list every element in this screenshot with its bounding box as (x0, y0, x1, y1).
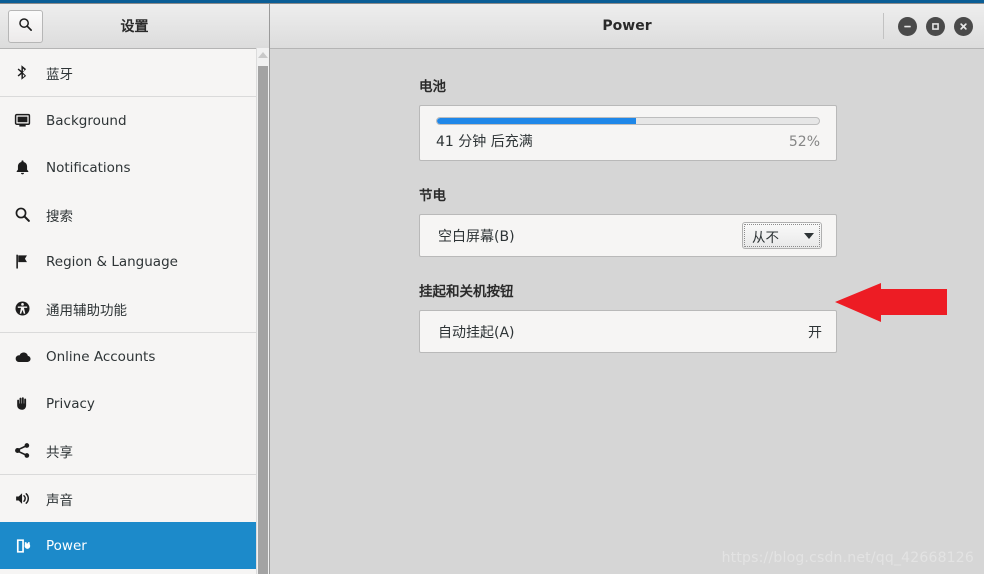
battery-card: 41 分钟 后充满 52% (419, 105, 837, 161)
sidebar-item-label: Privacy (46, 395, 95, 412)
sidebar-nav-list: 蓝牙 Background Notifications 搜索 Region & … (0, 49, 269, 574)
automatic-suspend-value: 开 (808, 324, 822, 341)
sidebar-item-label: 搜索 (46, 208, 73, 225)
sidebar-item-label: 声音 (46, 492, 73, 509)
maximize-icon (930, 21, 941, 32)
window-titlebar: Power (270, 4, 984, 49)
sidebar-item-label: 共享 (46, 444, 73, 461)
window-controls (883, 13, 984, 39)
battery-progress-bar (436, 117, 820, 125)
search-icon (18, 17, 33, 36)
scrollbar-thumb[interactable] (258, 66, 268, 574)
suspend-section: 挂起和关机按钮 自动挂起(A) 开 (419, 280, 837, 353)
battery-heading: 电池 (419, 79, 446, 95)
maximize-button[interactable] (926, 16, 945, 36)
main-panel: Power 电池 41 分钟 后充满 52% 节电 空白屏幕(B) 从不 挂起和… (270, 4, 984, 574)
bell-icon (14, 159, 40, 176)
search-icon (14, 206, 40, 223)
sidebar-item-accessibility[interactable]: 通用辅助功能 (0, 285, 269, 332)
power-plug-icon (14, 537, 40, 555)
automatic-suspend-control: 开 (808, 322, 822, 342)
share-icon (14, 442, 40, 459)
flag-icon (14, 253, 40, 270)
close-button[interactable] (954, 16, 973, 36)
battery-percentage: 52% (788, 134, 820, 150)
sidebar-item-bluetooth[interactable]: 蓝牙 (0, 49, 269, 96)
automatic-suspend-label: 自动挂起(A) (438, 324, 515, 341)
sidebar-item-background[interactable]: Background (0, 97, 269, 144)
chevron-down-icon (804, 232, 814, 239)
blank-screen-row: 空白屏幕(B) 从不 (419, 214, 837, 257)
automatic-suspend-row[interactable]: 自动挂起(A) 开 (419, 310, 837, 353)
monitor-icon (14, 112, 40, 129)
blank-screen-dropdown[interactable]: 从不 (742, 222, 822, 249)
sidebar-item-privacy[interactable]: Privacy (0, 380, 269, 427)
battery-status-row: 41 分钟 后充满 52% (436, 131, 820, 151)
sidebar-header: 设置 (0, 4, 269, 49)
sidebar: 设置 蓝牙 Background Notifications 搜索 Region… (0, 4, 270, 574)
sidebar-item-label: 蓝牙 (46, 66, 73, 83)
battery-section: 电池 41 分钟 后充满 52% (419, 75, 837, 161)
blank-screen-control: 从不 (742, 222, 822, 249)
sidebar-item-label: 通用辅助功能 (46, 302, 127, 319)
blank-screen-label: 空白屏幕(B) (438, 228, 515, 245)
sidebar-item-label: Region & Language (46, 253, 178, 270)
watermark-text: https://blog.csdn.net/qq_42668126 (721, 550, 974, 566)
sidebar-item-label: Notifications (46, 159, 131, 176)
cloud-icon (14, 348, 40, 366)
sidebar-scrollbar[interactable] (256, 48, 269, 574)
sidebar-item-sound[interactable]: 声音 (0, 475, 269, 522)
power-saving-section: 节电 空白屏幕(B) 从不 (419, 184, 837, 257)
sidebar-item-sharing[interactable]: 共享 (0, 427, 269, 474)
power-saving-heading: 节电 (419, 188, 446, 204)
settings-window: 设置 蓝牙 Background Notifications 搜索 Region… (0, 4, 984, 574)
accessibility-icon (14, 300, 40, 317)
sidebar-item-label: Online Accounts (46, 348, 156, 365)
blank-screen-value: 从不 (752, 229, 779, 246)
battery-progress-fill (437, 118, 636, 124)
window-title: Power (602, 18, 652, 34)
minimize-button[interactable] (898, 16, 917, 36)
speaker-icon (14, 490, 40, 507)
sidebar-item-label: Background (46, 112, 127, 129)
sidebar-item-power[interactable]: Power (0, 522, 269, 569)
close-icon (958, 21, 969, 32)
sidebar-item-region-language[interactable]: Region & Language (0, 238, 269, 285)
battery-status-text: 41 分钟 后充满 (436, 134, 533, 150)
hand-icon (14, 395, 40, 412)
bluetooth-icon (14, 64, 40, 81)
sidebar-item-search[interactable]: 搜索 (0, 191, 269, 238)
search-button[interactable] (8, 9, 43, 43)
scroll-up-icon[interactable] (258, 52, 268, 58)
sidebar-item-notifications[interactable]: Notifications (0, 144, 269, 191)
annotation-arrow-icon (833, 281, 953, 323)
sidebar-item-online-accounts[interactable]: Online Accounts (0, 333, 269, 380)
suspend-heading: 挂起和关机按钮 (419, 284, 514, 300)
sidebar-item-label: Power (46, 537, 87, 554)
minimize-icon (902, 21, 913, 32)
settings-content: 电池 41 分钟 后充满 52% 节电 空白屏幕(B) 从不 挂起和关机按钮 自… (270, 49, 984, 574)
